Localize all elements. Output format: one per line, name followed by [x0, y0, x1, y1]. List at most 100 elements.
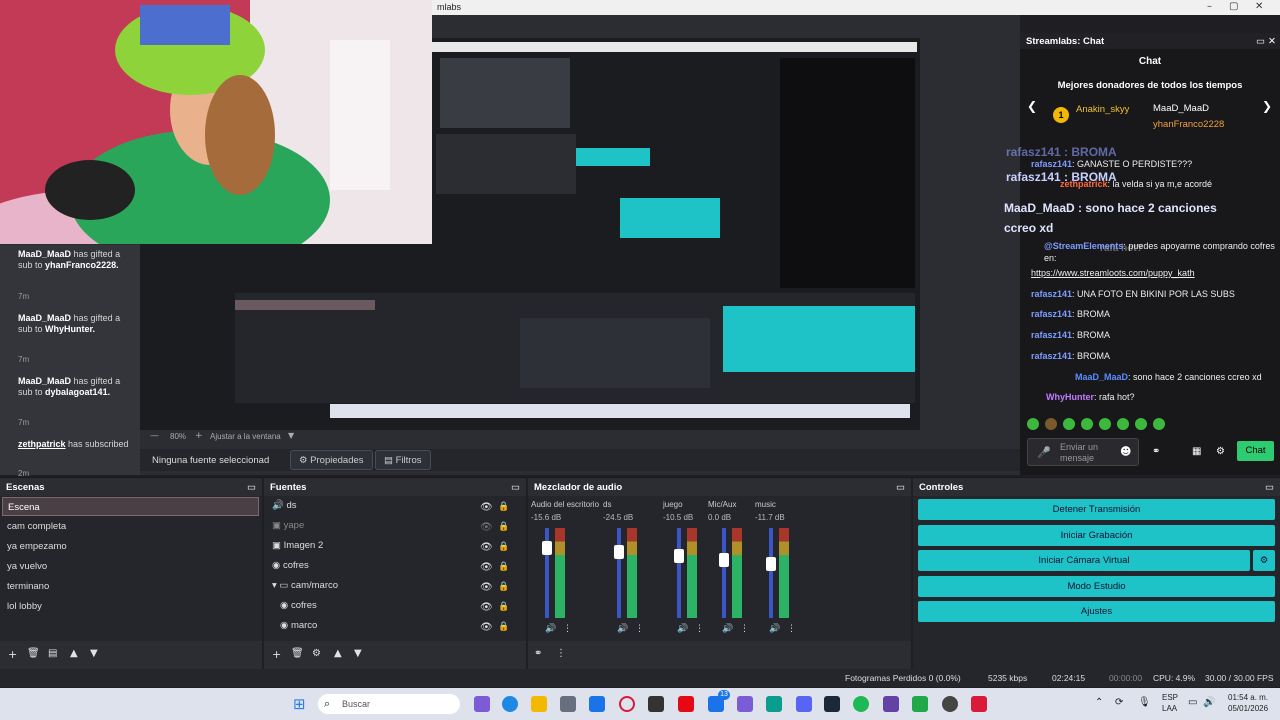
gear-icon[interactable]: ⚙	[1216, 446, 1225, 457]
settings-button[interactable]: Ajustes	[918, 601, 1275, 622]
filters-button[interactable]: ▤ Filtros	[375, 450, 431, 470]
more-icon[interactable]: ⋮	[556, 648, 566, 659]
filter-icon[interactable]: ▤	[48, 648, 57, 659]
app-icon[interactable]	[648, 696, 664, 712]
app-icon[interactable]	[766, 696, 782, 712]
eye-icon[interactable]: 👁	[480, 502, 493, 513]
lock-icon[interactable]: 🔒	[498, 622, 509, 632]
popout-icon[interactable]: ▭	[896, 482, 905, 493]
mute-icon[interactable]: 🔊	[677, 624, 688, 634]
source-item[interactable]: ▣ yape	[272, 520, 304, 539]
copilot-icon[interactable]	[737, 696, 753, 712]
eye-off-icon[interactable]: 👁	[480, 522, 493, 533]
fader-knob[interactable]	[614, 545, 624, 559]
add-icon[interactable]: +	[8, 648, 17, 661]
copilot-icon[interactable]	[474, 696, 490, 712]
lock-icon[interactable]: 🔒	[498, 562, 509, 572]
minimize-icon[interactable]: –	[1207, 1, 1212, 12]
scene-item[interactable]: ya empezamo	[2, 537, 259, 556]
app-icon[interactable]	[912, 696, 928, 712]
mute-icon[interactable]: 🔊	[545, 624, 556, 634]
folder-icon[interactable]	[531, 696, 547, 712]
zoom-out-icon[interactable]: —	[150, 431, 159, 441]
emoji-icon[interactable]: ☻	[1120, 445, 1131, 458]
zoom-fit-select[interactable]: Ajustar a la ventana	[210, 432, 281, 441]
volume-fader[interactable]	[677, 528, 681, 618]
chat-link[interactable]: https://www.streamloots.com/puppy_kath	[1031, 267, 1271, 279]
popout-icon[interactable]: ▭	[511, 482, 520, 493]
source-item[interactable]: 🔊 ds	[272, 500, 297, 519]
studio-mode-button[interactable]: Modo Estudio	[918, 576, 1275, 597]
scene-item[interactable]: lol lobby	[2, 597, 259, 616]
volume-fader[interactable]	[722, 528, 726, 618]
edge-icon[interactable]	[502, 696, 518, 712]
mute-icon[interactable]: 🔊	[617, 624, 628, 634]
mic-icon[interactable]: 🎙	[1138, 697, 1151, 708]
chevron-right-icon[interactable]: ❯	[1262, 99, 1272, 113]
store-icon[interactable]	[560, 696, 576, 712]
source-item[interactable]: ◉ marco	[280, 620, 317, 639]
network-icon[interactable]: ▭	[1188, 697, 1197, 708]
lock-icon[interactable]: 🔒	[498, 582, 509, 592]
popout-icon[interactable]: ▭	[1256, 36, 1265, 47]
properties-button[interactable]: ⚙ Propiedades	[290, 450, 373, 470]
lock-icon[interactable]: 🔒	[498, 502, 509, 512]
chevron-up-icon[interactable]: ▲	[334, 648, 342, 659]
chat-input[interactable]: 🎤 Enviar un mensaje ☻	[1027, 438, 1139, 466]
scene-item[interactable]: terminano	[2, 577, 259, 596]
close-icon[interactable]: ✕	[1255, 1, 1263, 12]
volume-fader[interactable]	[617, 528, 621, 618]
stop-stream-button[interactable]: Detener Transmisión	[918, 499, 1275, 520]
source-item[interactable]: ▣ Imagen 2	[272, 540, 323, 559]
chevron-down-icon[interactable]: ▼	[354, 648, 362, 659]
opera-icon[interactable]	[619, 696, 635, 712]
twitch-icon[interactable]	[883, 696, 899, 712]
gear-icon[interactable]: ⚙	[312, 648, 321, 659]
scene-item[interactable]: cam completa	[2, 517, 259, 536]
emote-row[interactable]	[1027, 418, 1217, 430]
mute-icon[interactable]: 🔊	[722, 624, 733, 634]
spotify-icon[interactable]	[853, 696, 869, 712]
source-item[interactable]: ◉ cofres	[280, 600, 317, 619]
source-group[interactable]: ▾ ▭ cam/marco	[272, 580, 338, 599]
app-icon[interactable]	[971, 696, 987, 712]
fader-knob[interactable]	[542, 541, 552, 555]
store-icon[interactable]: ▦	[1192, 446, 1201, 457]
taskbar-search[interactable]: ⌕ Buscar	[318, 694, 460, 714]
windows-start-icon[interactable]: ⊞	[293, 695, 306, 713]
bits-icon[interactable]: ⚭	[1152, 446, 1160, 457]
eye-icon[interactable]: 👁	[480, 562, 493, 573]
source-item[interactable]: ◉ cofres	[272, 560, 309, 579]
volume-icon[interactable]: 🔊	[1203, 697, 1215, 708]
language-indicator[interactable]: ESP	[1162, 693, 1178, 702]
virtual-camera-button[interactable]: Iniciar Cámara Virtual	[918, 550, 1250, 571]
lock-icon[interactable]: 🔒	[498, 522, 509, 532]
discord-icon[interactable]	[796, 696, 812, 712]
more-icon[interactable]: ⋮	[635, 624, 644, 634]
scene-item[interactable]: ya vuelvo	[2, 557, 259, 576]
fader-knob[interactable]	[766, 557, 776, 571]
mail-icon[interactable]	[589, 696, 605, 712]
more-icon[interactable]: ⋮	[563, 624, 572, 634]
clock-time[interactable]: 01:54 a. m.	[1228, 693, 1268, 702]
maximize-icon[interactable]: ▢	[1229, 1, 1238, 12]
start-record-button[interactable]: Iniciar Grabación	[918, 525, 1275, 546]
fader-knob[interactable]	[674, 549, 684, 563]
link-icon[interactable]: ⚭	[534, 648, 542, 659]
add-icon[interactable]: +	[272, 648, 281, 661]
gear-icon[interactable]: ⚙	[1253, 550, 1275, 571]
more-icon[interactable]: ⋮	[787, 624, 796, 634]
fader-knob[interactable]	[719, 553, 729, 567]
chat-send-button[interactable]: Chat	[1237, 441, 1274, 461]
scene-item[interactable]: Escena	[2, 497, 259, 516]
volume-fader[interactable]	[769, 528, 773, 618]
eye-icon[interactable]: 👁	[480, 542, 493, 553]
popout-icon[interactable]: ▭	[1265, 482, 1274, 493]
trash-icon[interactable]: 🗑	[291, 648, 304, 659]
more-icon[interactable]: ⋮	[695, 624, 704, 634]
popout-icon[interactable]: ▭	[247, 482, 256, 493]
steam-icon[interactable]	[824, 696, 840, 712]
more-icon[interactable]: ⋮	[740, 624, 749, 634]
chevron-down-icon[interactable]: ▼	[288, 431, 294, 440]
lock-icon[interactable]: 🔒	[498, 542, 509, 552]
